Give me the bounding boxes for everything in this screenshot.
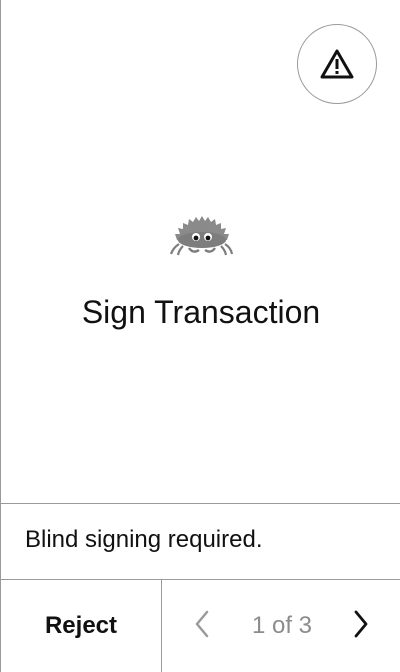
page-title: Sign Transaction — [81, 294, 321, 330]
page-indicator: 1 of 3 — [251, 612, 313, 639]
warning-triangle-icon — [320, 49, 354, 79]
reject-button[interactable]: Reject — [1, 580, 161, 672]
screen-frame: Sign Transaction Blind signing required.… — [0, 0, 400, 672]
previous-page-button[interactable] — [186, 608, 218, 644]
chevron-left-icon — [192, 609, 212, 644]
chevron-right-icon — [351, 609, 371, 644]
warning-button[interactable] — [297, 24, 377, 104]
blind-signing-notice: Blind signing required. — [25, 526, 263, 553]
divider — [1, 503, 400, 504]
pager: 1 of 3 — [162, 580, 400, 672]
crab-mascot-icon — [169, 210, 234, 256]
next-page-button[interactable] — [345, 608, 377, 644]
